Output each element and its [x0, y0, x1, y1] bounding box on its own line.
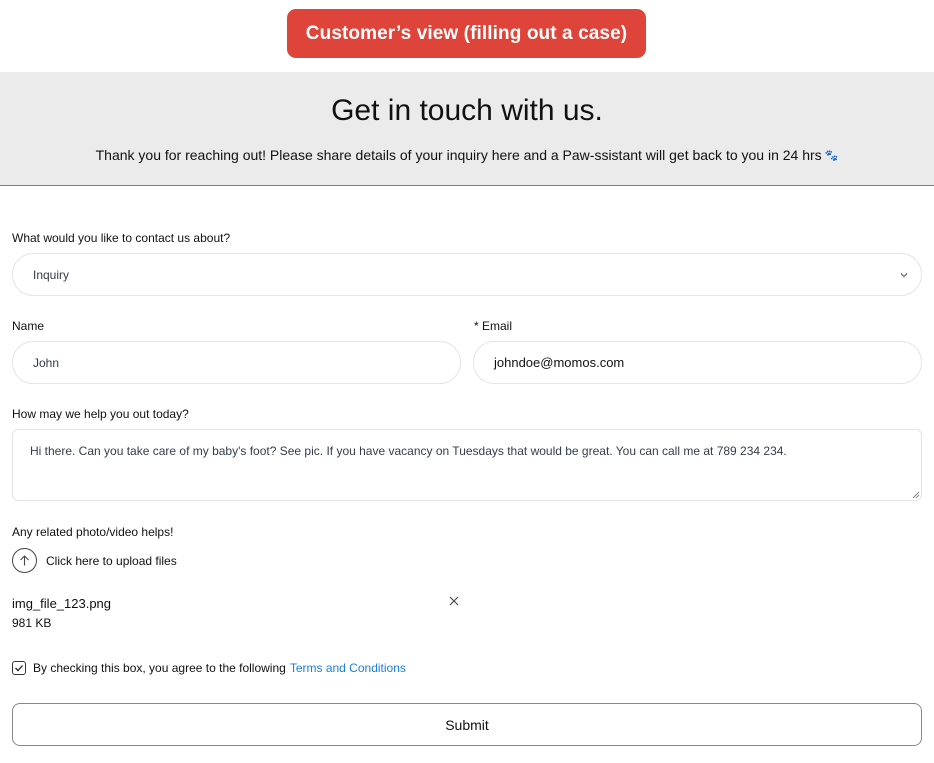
hero-subtitle-row: Thank you for reaching out! Please share… — [0, 147, 934, 163]
name-input[interactable]: John — [12, 341, 461, 384]
topic-label: What would you like to contact us about? — [12, 231, 231, 245]
name-label: Name — [12, 319, 45, 333]
resize-handle-icon[interactable] — [911, 490, 920, 499]
uploaded-file-name: img_file_123.png — [12, 596, 112, 611]
customer-view-banner: Customer’s view (filling out a case) — [287, 9, 646, 58]
message-text: Hi there. Can you take care of my baby's… — [30, 444, 787, 458]
submit-button[interactable]: Submit — [12, 703, 922, 746]
terms-text: By checking this box, you agree to the f… — [33, 661, 286, 675]
checkmark-icon — [15, 665, 23, 672]
close-icon[interactable] — [448, 595, 460, 607]
topic-select-value: Inquiry — [33, 267, 70, 282]
contact-form-page: Customer’s view (filling out a case) Get… — [0, 0, 934, 763]
email-label: * Email — [474, 319, 513, 333]
terms-link[interactable]: Terms and Conditions — [290, 661, 406, 675]
upload-button-label: Click here to upload files — [46, 553, 177, 568]
email-input-value: johndoe@momos.com — [494, 355, 625, 370]
upload-arrow-icon — [12, 548, 37, 573]
page-title: Get in touch with us. — [331, 94, 603, 127]
topic-select[interactable]: Inquiry — [12, 253, 922, 296]
hero-header: Get in touch with us. Thank you for reac… — [0, 72, 934, 186]
terms-row: By checking this box, you agree to the f… — [12, 661, 406, 675]
hero-subtitle: Thank you for reaching out! Please share… — [95, 147, 822, 163]
upload-button[interactable]: Click here to upload files — [12, 547, 177, 574]
banner-label: Customer’s view (filling out a case) — [305, 22, 628, 44]
submit-button-label: Submit — [445, 716, 489, 733]
terms-checkbox[interactable] — [12, 661, 26, 675]
upload-label: Any related photo/video helps! — [12, 525, 174, 539]
name-input-value: John — [33, 355, 60, 370]
message-label: How may we help you out today? — [12, 407, 189, 421]
uploaded-file-size: 981 KB — [12, 616, 52, 630]
message-textarea[interactable]: Hi there. Can you take care of my baby's… — [12, 429, 922, 501]
paw-prints-icon: 🐾 — [824, 150, 839, 162]
chevron-down-icon — [900, 272, 908, 277]
email-input[interactable]: johndoe@momos.com — [473, 341, 922, 384]
